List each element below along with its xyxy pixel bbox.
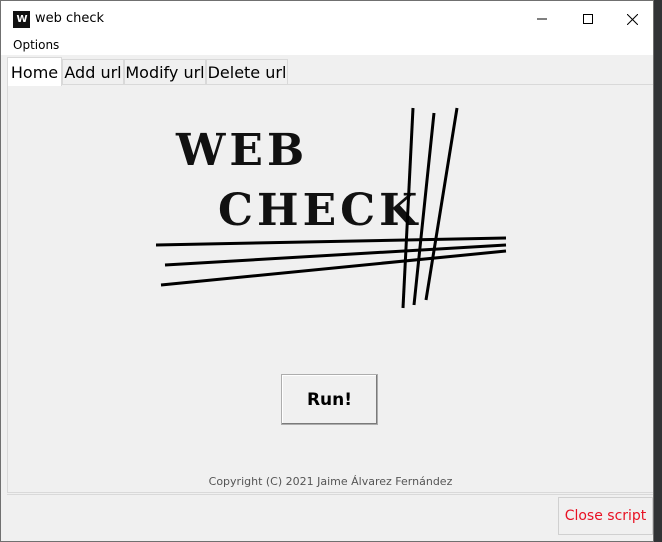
logo-text-check: CHECK bbox=[218, 185, 421, 236]
menu-bar: Options bbox=[1, 37, 653, 55]
tab-delete-url[interactable]: Delete url bbox=[206, 59, 288, 84]
title-bar[interactable]: W web check bbox=[1, 1, 653, 37]
minimize-icon bbox=[537, 18, 547, 20]
app-icon: W bbox=[13, 11, 30, 28]
logo-line bbox=[156, 236, 507, 247]
app-window: W web check Options Home Add url Modify … bbox=[0, 0, 654, 542]
bottom-bar bbox=[7, 494, 653, 541]
home-panel: WEB CHECK Run! Copyright (C) 2021 Jaime … bbox=[7, 84, 653, 493]
minimize-button[interactable] bbox=[519, 1, 565, 37]
run-button[interactable]: Run! bbox=[281, 374, 378, 425]
close-script-button[interactable]: Close script bbox=[558, 497, 653, 535]
tab-home[interactable]: Home bbox=[7, 57, 62, 86]
background-editor bbox=[654, 0, 662, 542]
tab-strip: Home Add url Modify url Delete url bbox=[1, 55, 653, 86]
web-check-logo: WEB CHECK bbox=[156, 107, 507, 309]
close-window-button[interactable] bbox=[609, 1, 653, 37]
window-title: web check bbox=[35, 11, 105, 26]
close-icon bbox=[626, 13, 638, 25]
logo-text-web: WEB bbox=[175, 125, 308, 176]
menu-options[interactable]: Options bbox=[13, 38, 59, 52]
tab-add-url[interactable]: Add url bbox=[62, 59, 124, 84]
maximize-button[interactable] bbox=[565, 1, 611, 37]
copyright-text: Copyright (C) 2021 Jaime Álvarez Fernánd… bbox=[208, 475, 453, 488]
tab-modify-url[interactable]: Modify url bbox=[124, 59, 206, 84]
maximize-icon bbox=[583, 14, 593, 24]
